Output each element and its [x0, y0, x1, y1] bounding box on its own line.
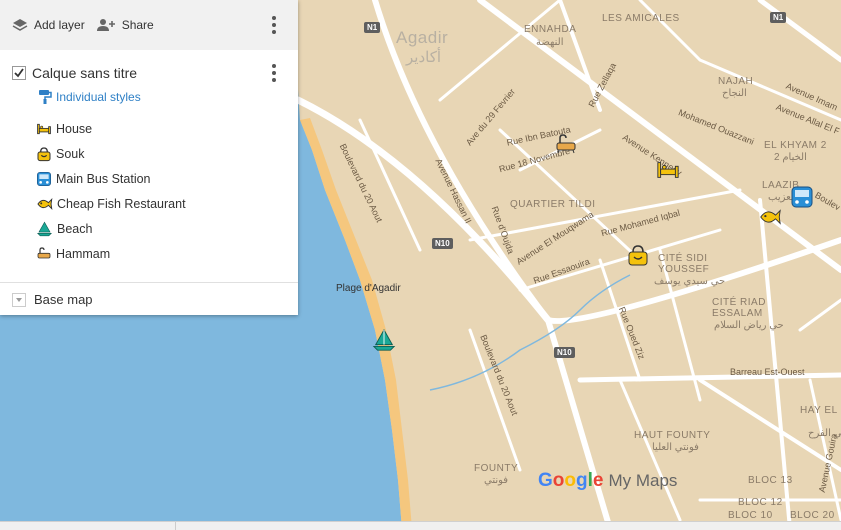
- legend-item-souk[interactable]: Souk: [36, 141, 298, 166]
- layers-panel: Add layer Share Calque sans titre Indivi…: [0, 0, 298, 315]
- route-shield: N10: [432, 238, 453, 249]
- district-label: CITÉ SIDI YOUSSEF: [658, 253, 710, 275]
- bus-icon: [37, 171, 51, 186]
- sailboat-icon: [372, 328, 396, 351]
- map-marker-bus-station[interactable]: [790, 186, 814, 210]
- district-label-arabic: الخيام 2: [774, 152, 807, 163]
- bed-icon: [37, 123, 51, 134]
- bus-icon: [791, 186, 813, 208]
- shopping-bag-icon: [37, 146, 51, 161]
- checkmark-icon: [12, 66, 26, 80]
- layer-options-icon[interactable]: [272, 64, 276, 82]
- city-label: Agadir: [396, 28, 449, 47]
- district-label: BLOC 12: [738, 497, 783, 508]
- district-label: NAJAH: [718, 76, 754, 87]
- district-label-arabic: حي سيدي يوسف: [654, 276, 726, 287]
- city-label-arabic: أكادير: [406, 49, 442, 66]
- add-person-icon: [96, 19, 115, 31]
- district-label: ENNAHDA: [524, 24, 577, 35]
- legend-item-label: Cheap Fish Restaurant: [57, 196, 186, 211]
- add-layer-button[interactable]: Add layer: [12, 18, 85, 32]
- district-label-arabic: فونتي العليا: [652, 442, 699, 453]
- fish-icon: [760, 209, 781, 225]
- district-label: FOUNTY: [474, 463, 519, 474]
- paint-roller-icon: [39, 90, 52, 104]
- legend-item-label: Beach: [57, 221, 93, 236]
- my-maps-wordmark: My Maps: [608, 471, 678, 490]
- map-marker-beach[interactable]: [372, 328, 396, 352]
- district-label: QUARTIER TILDI: [510, 199, 596, 210]
- share-label: Share: [121, 18, 154, 32]
- more-options-icon[interactable]: [272, 16, 276, 34]
- route-shield: N1: [364, 22, 381, 33]
- legend-item-label: House: [56, 121, 93, 136]
- route-shield: N10: [554, 347, 575, 358]
- layers-icon: [12, 19, 28, 31]
- beach-label: Plage d'Agadir: [336, 283, 401, 294]
- district-label-arabic: حي رياض السلام: [714, 320, 784, 331]
- chevron-down-icon[interactable]: [12, 292, 26, 307]
- individual-styles-link[interactable]: Individual styles: [38, 86, 298, 108]
- district-label-arabic: النجاح: [722, 88, 747, 99]
- legend-item-label: Souk: [56, 146, 85, 161]
- district-label: BLOC 10: [728, 510, 773, 521]
- legend-item-house[interactable]: House: [36, 116, 298, 141]
- map-marker-hammam[interactable]: [554, 132, 578, 156]
- legend-item-hammam[interactable]: Hammam: [36, 241, 298, 266]
- district-label: BLOC 20: [790, 510, 835, 521]
- panel-toolbar: Add layer Share: [0, 0, 298, 50]
- bath-icon: [37, 246, 51, 258]
- layer-header: Calque sans titre: [0, 60, 298, 86]
- legend-item-label: Main Bus Station: [56, 171, 151, 186]
- district-label: HAY EL FARAH: [800, 405, 841, 416]
- legend-item-bus-station[interactable]: Main Bus Station: [36, 166, 298, 191]
- add-layer-label: Add layer: [34, 18, 85, 32]
- google-my-maps-logo: Google My Maps: [538, 470, 677, 492]
- base-map-label: Base map: [34, 292, 93, 307]
- map-marker-house[interactable]: [656, 158, 680, 182]
- layer-title[interactable]: Calque sans titre: [32, 65, 137, 81]
- district-label: BLOC 13: [748, 475, 793, 486]
- district-label-arabic: فونتي: [484, 475, 509, 486]
- sailboat-icon: [36, 221, 53, 236]
- bed-icon: [657, 162, 679, 178]
- base-map-row[interactable]: Base map: [0, 282, 298, 316]
- layer-visibility-checkbox[interactable]: [12, 66, 26, 80]
- shopping-bag-icon: [628, 245, 648, 266]
- district-label: HAUT FOUNTY: [634, 430, 711, 441]
- district-label: LES AMICALES: [602, 13, 680, 24]
- share-button[interactable]: Share: [96, 18, 154, 32]
- individual-styles-label: Individual styles: [56, 90, 141, 104]
- route-shield: N1: [770, 12, 787, 23]
- street-label: Barreau Est-Ouest: [730, 367, 805, 377]
- fish-icon: [37, 197, 53, 210]
- bath-icon: [556, 134, 576, 154]
- district-label-arabic: النهضة: [536, 37, 564, 48]
- map-marker-fish-restaurant[interactable]: [758, 205, 782, 229]
- district-label: CITÉ RIAD ESSALAM: [712, 297, 766, 319]
- legend-item-beach[interactable]: Beach: [36, 216, 298, 241]
- legend-item-label: Hammam: [56, 246, 111, 261]
- google-wordmark: Google: [538, 470, 604, 491]
- legend-item-fish-restaurant[interactable]: Cheap Fish Restaurant: [36, 191, 298, 216]
- map-marker-souk[interactable]: [626, 243, 650, 267]
- district-label: EL KHYAM 2: [764, 140, 827, 151]
